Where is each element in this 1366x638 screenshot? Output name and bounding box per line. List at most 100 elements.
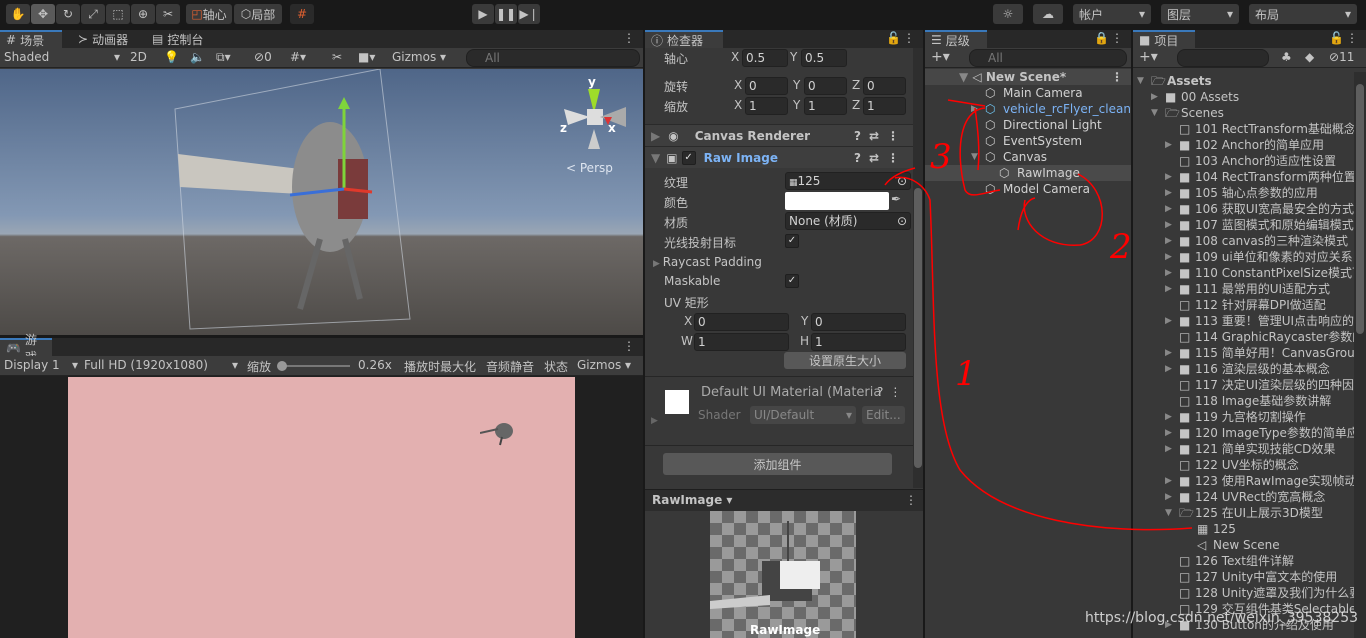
add-component-button[interactable]: 添加组件	[663, 453, 892, 475]
more-icon[interactable]: ⋮	[905, 493, 917, 507]
play-button[interactable]: ▶	[472, 4, 494, 24]
effects-icon[interactable]: ⧉▾	[216, 50, 231, 65]
scroll-thumb[interactable]	[914, 188, 922, 468]
mute-audio-toggle[interactable]: 音频静音	[486, 358, 534, 375]
rotate-tool-button[interactable]: ↻	[56, 4, 80, 24]
project-item[interactable]: □ 127 Unity中富文本的使用	[1133, 569, 1354, 585]
create-dropdown[interactable]: +▾	[1139, 49, 1158, 65]
uv-w-field[interactable]: 1	[694, 333, 789, 351]
shader-edit-button[interactable]: Edit...	[862, 406, 905, 424]
custom-tool-button[interactable]: ✂	[156, 4, 180, 24]
project-item[interactable]: ◁ New Scene	[1133, 537, 1354, 553]
tab-game[interactable]: 🎮游戏	[0, 333, 52, 364]
project-item[interactable]: □ 122 UV坐标的概念	[1133, 457, 1354, 473]
game-viewport[interactable]	[68, 377, 575, 638]
hierarchy-item[interactable]: ⬡ Main Camera	[925, 85, 1131, 101]
color-swatch[interactable]	[785, 192, 889, 210]
shading-dropdown[interactable]: Shaded ▾	[4, 50, 120, 64]
tab-project[interactable]: ■ 项目	[1133, 30, 1195, 48]
step-button[interactable]: ▶❘	[518, 4, 540, 24]
uv-h-field[interactable]: 1	[811, 333, 906, 351]
hierarchy-item[interactable]: ⬡ Model Camera	[925, 181, 1131, 197]
tools-icon[interactable]: ✂	[332, 50, 342, 64]
scroll-thumb[interactable]	[1356, 84, 1364, 334]
component-actions-icon[interactable]: ?⋮	[877, 385, 907, 399]
maximize-on-play-toggle[interactable]: 播放时最大化	[404, 358, 476, 375]
grid-toggle[interactable]: #▾	[290, 50, 306, 64]
chevron-right-icon[interactable]: ▶	[1165, 409, 1172, 425]
more-icon[interactable]: ⋮	[623, 339, 635, 353]
tab-inspector[interactable]: ⓘ 检查器	[645, 30, 723, 48]
create-dropdown[interactable]: +▾	[931, 49, 950, 65]
visibility-toggle[interactable]: ⊘0	[254, 50, 272, 64]
hidden-packages-toggle[interactable]: ⊘11	[1329, 50, 1354, 64]
hierarchy-item[interactable]: ⬡ EventSystem	[925, 133, 1131, 149]
pivot-x-field[interactable]: 0.5	[742, 49, 788, 67]
scale-y-field[interactable]: 1	[804, 97, 847, 115]
object-picker-icon[interactable]: ⊙	[897, 213, 907, 229]
lock-icon[interactable]: 🔓	[1329, 31, 1344, 45]
chevron-right-icon[interactable]: ▶	[1165, 489, 1172, 505]
tab-hierarchy[interactable]: ☰ 层级	[925, 30, 987, 48]
project-item[interactable]: ▶ ■ 109 ui单位和像素的对应关系	[1133, 249, 1354, 265]
texture-field[interactable]: ▦125 ⊙	[785, 172, 911, 190]
cloud-button[interactable]: ☁	[1033, 4, 1063, 24]
canvas-renderer-header[interactable]: ▶ ◉ Canvas Renderer ?⇄⋮	[645, 124, 913, 146]
scale-x-field[interactable]: 1	[745, 97, 788, 115]
display-dropdown[interactable]: Display 1 ▾	[4, 358, 78, 372]
project-item[interactable]: ▼ 🗁 Scenes	[1133, 105, 1354, 121]
project-item[interactable]: ▶ ■ 104 RectTransform两种位置	[1133, 169, 1356, 185]
chevron-right-icon[interactable]: ▶	[1165, 361, 1172, 377]
chevron-down-icon[interactable]: ▼	[1151, 105, 1158, 121]
project-item[interactable]: ▶ ■ 105 轴心点参数的应用	[1133, 185, 1354, 201]
chevron-down-icon[interactable]: ▼	[971, 149, 978, 165]
local-toggle[interactable]: ⬡ 局部	[234, 4, 282, 24]
chevron-right-icon[interactable]: ▶	[1165, 281, 1172, 297]
hand-tool-button[interactable]: ✋	[6, 4, 30, 24]
rect-tool-button[interactable]: ⬚	[106, 4, 130, 24]
project-search-input[interactable]	[1177, 49, 1269, 67]
material-field[interactable]: None (材质) ⊙	[785, 212, 911, 230]
hierarchy-search-input[interactable]: All	[969, 49, 1127, 67]
lock-icon[interactable]: 🔓	[886, 31, 901, 45]
orientation-gizmo[interactable]: y x z	[560, 75, 630, 149]
eyedropper-icon[interactable]: ✒	[891, 192, 901, 206]
preview-dropdown[interactable]: RawImage ▾	[652, 493, 732, 507]
rotation-y-field[interactable]: 0	[804, 77, 847, 95]
services-button[interactable]: ☼	[993, 4, 1023, 24]
component-actions-icon[interactable]: ?⇄⋮	[854, 129, 907, 143]
project-item[interactable]: ▼ 🗁 Assets	[1133, 73, 1354, 89]
more-icon[interactable]: ⋮	[903, 31, 915, 45]
project-item[interactable]: □ 112 针对屏幕DPI做适配	[1133, 297, 1354, 313]
tab-console[interactable]: ▤ 控制台	[146, 30, 209, 48]
chevron-right-icon[interactable]: ▶	[1165, 201, 1172, 217]
scene-header-row[interactable]: ▼ ◁ New Scene* ⋮	[925, 69, 1131, 85]
pivot-y-field[interactable]: 0.5	[801, 49, 847, 67]
project-item[interactable]: □ 114 GraphicRaycaster参数的	[1133, 329, 1364, 345]
component-actions-icon[interactable]: ?⇄⋮	[854, 151, 907, 165]
persp-label[interactable]: < Persp	[566, 161, 613, 175]
more-icon[interactable]: ⋮	[1111, 69, 1123, 85]
hierarchy-item[interactable]: ⬡ RawImage	[925, 165, 1131, 181]
raw-image-header[interactable]: ▼ ▣ ✓ Raw Image ?⇄⋮	[645, 146, 913, 168]
project-item[interactable]: □ 126 Text组件详解	[1133, 553, 1354, 569]
project-item[interactable]: ▶ ■ 107 蓝图模式和原始编辑模式	[1133, 217, 1354, 233]
camera-dropdown[interactable]: ■▾	[358, 50, 375, 64]
raycast-padding-foldout[interactable]: ▶ Raycast Padding	[653, 255, 762, 269]
chevron-right-icon[interactable]: ▶	[1165, 313, 1172, 329]
filter-type-icon[interactable]: ♣	[1281, 50, 1292, 64]
grid-snap-button[interactable]: #	[290, 4, 314, 24]
set-native-size-button[interactable]: 设置原生大小	[784, 352, 906, 369]
chevron-right-icon[interactable]: ▶	[1165, 185, 1172, 201]
lock-icon[interactable]: 🔒	[1094, 31, 1109, 45]
project-item[interactable]: ▶ ■ 110 ConstantPixelSize模式下	[1133, 265, 1364, 281]
project-item[interactable]: □ 101 RectTransform基础概念	[1133, 121, 1356, 137]
chevron-right-icon[interactable]: ▶	[1165, 233, 1172, 249]
project-item[interactable]: ▶ ■ 119 九宫格切割操作	[1133, 409, 1354, 425]
chevron-right-icon[interactable]: ▶	[1165, 217, 1172, 233]
hierarchy-item[interactable]: ▶ ⬡ vehicle_rcFlyer_clean	[925, 101, 1131, 117]
filter-label-icon[interactable]: ◆	[1305, 50, 1314, 64]
inspector-scrollbar[interactable]	[913, 48, 923, 488]
scene-viewport[interactable]: y x z < Persp	[0, 69, 643, 335]
project-item[interactable]: ▶ ■ 116 渲染层级的基本概念	[1133, 361, 1354, 377]
